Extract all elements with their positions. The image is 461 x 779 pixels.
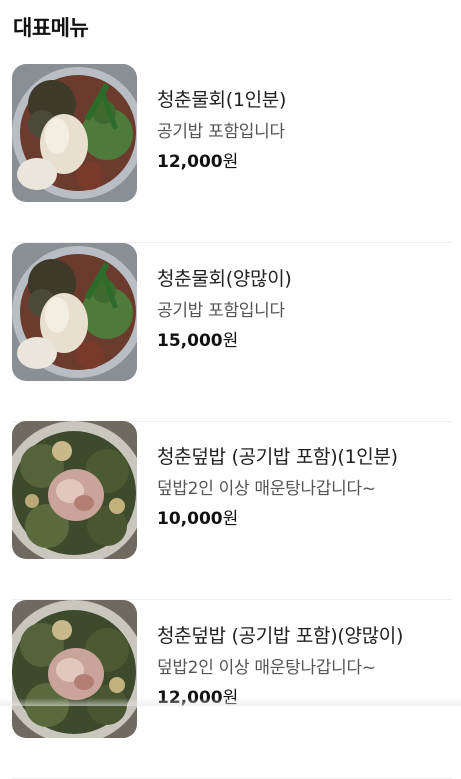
menu-item-name: 청춘물회(양많이) [157, 268, 292, 290]
menu-item[interactable]: 청춘물회(양많이) 공기밥 포함입니다 15,000원 [12, 243, 452, 422]
price-amount: 10,000 [157, 509, 223, 529]
menu-item-price: 10,000원 [157, 508, 457, 530]
menu-item-description: 공기밥 포함입니다 [157, 122, 285, 142]
menu-item-name: 청춘덮밥 (공기밥 포함)(1인분) [157, 446, 398, 468]
menu-item-price: 12,000원 [157, 151, 457, 173]
price-currency: 원 [222, 331, 239, 351]
price-amount: 12,000 [157, 152, 223, 172]
menu-item-description: 덮밥2인 이상 매운탕나갑니다~ [157, 658, 376, 678]
menu-item-description: 공기밥 포함입니다 [157, 301, 285, 321]
menu-item-name: 청춘물회(1인분) [157, 89, 287, 111]
menu-item-price: 15,000원 [157, 330, 457, 352]
menu-list: 청춘물회(1인분) 공기밥 포함입니다 12,000원 청춘물회(양많이) 공기… [0, 0, 461, 779]
price-currency: 원 [222, 509, 239, 529]
menu-item[interactable]: 청춘덮밥 (공기밥 포함)(양많이) 덮밥2인 이상 매운탕나갑니다~ 12,0… [12, 600, 452, 779]
menu-item-description: 덮밥2인 이상 매운탕나갑니다~ [157, 479, 376, 499]
menu-item[interactable]: 청춘덮밥 (공기밥 포함)(1인분) 덮밥2인 이상 매운탕나갑니다~ 10,0… [12, 421, 452, 600]
price-currency: 원 [222, 152, 239, 172]
deopbap-photo [12, 600, 137, 738]
mulhoe-photo [12, 64, 137, 202]
bottom-fade [0, 698, 461, 706]
menu-item-name: 청춘덮밥 (공기밥 포함)(양많이) [157, 625, 404, 647]
mulhoe-photo [12, 243, 137, 381]
price-amount: 15,000 [157, 331, 223, 351]
deopbap-photo [12, 421, 137, 559]
menu-item[interactable]: 청춘물회(1인분) 공기밥 포함입니다 12,000원 [12, 64, 452, 243]
